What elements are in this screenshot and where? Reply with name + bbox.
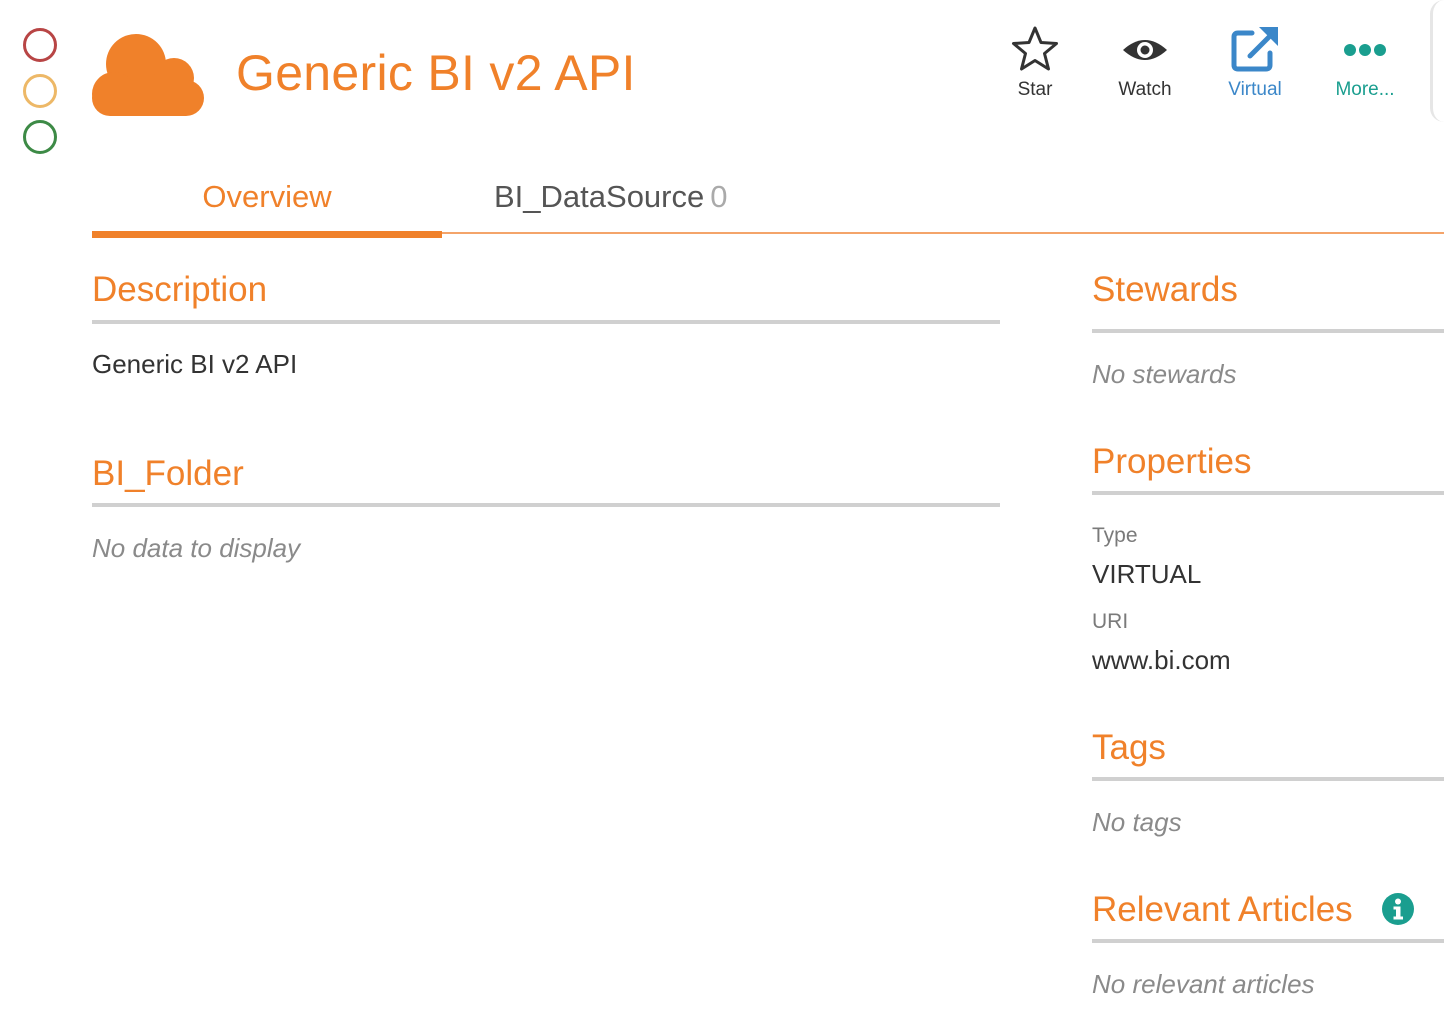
- tags-heading: Tags: [1092, 728, 1166, 767]
- description-text: Generic BI v2 API: [92, 349, 298, 379]
- watch-label: Watch: [1118, 79, 1172, 100]
- page-title: Generic BI v2 API: [236, 45, 636, 101]
- description-divider: [92, 320, 1000, 324]
- info-icon[interactable]: [1382, 893, 1414, 925]
- virtual-button[interactable]: Virtual: [1200, 24, 1310, 101]
- tab-active-indicator: [92, 231, 442, 238]
- properties-divider: [1092, 491, 1444, 495]
- properties-heading: Properties: [1092, 442, 1252, 481]
- ellipsis-icon: [1310, 24, 1420, 74]
- tags-divider: [1092, 777, 1444, 781]
- property-value: www.bi.com: [1092, 645, 1231, 675]
- side-panel-edge[interactable]: [1430, 0, 1444, 122]
- tab-bi-datasource[interactable]: BI_DataSource 0: [494, 178, 727, 216]
- cloud-icon: [90, 30, 206, 118]
- tags-empty: No tags: [1092, 807, 1182, 837]
- status-light-green: [23, 120, 57, 154]
- virtual-label: Virtual: [1228, 79, 1282, 100]
- relevant-articles-divider: [1092, 939, 1444, 943]
- status-light-amber: [23, 74, 57, 108]
- stewards-heading: Stewards: [1092, 270, 1238, 309]
- bi-folder-empty: No data to display: [92, 533, 301, 563]
- tab-bi-datasource-label: BI_DataSource: [494, 179, 705, 214]
- stewards-empty: No stewards: [1092, 359, 1237, 389]
- external-link-icon: [1200, 24, 1310, 74]
- star-label: Star: [1017, 79, 1053, 100]
- status-light-red: [23, 28, 57, 62]
- watch-button[interactable]: Watch: [1090, 24, 1200, 101]
- bi-folder-divider: [92, 503, 1000, 507]
- eye-icon: [1090, 24, 1200, 74]
- property-label: URI: [1092, 610, 1129, 633]
- relevant-articles-empty: No relevant articles: [1092, 969, 1315, 999]
- tab-bi-datasource-count: 0: [710, 179, 728, 214]
- property-value: VIRTUAL: [1092, 559, 1202, 589]
- property-label: Type: [1092, 524, 1138, 547]
- more-button[interactable]: More...: [1310, 24, 1420, 101]
- more-label: More...: [1335, 79, 1395, 100]
- star-icon: [980, 24, 1090, 74]
- stewards-divider: [1092, 329, 1444, 333]
- bi-folder-heading: BI_Folder: [92, 454, 244, 493]
- star-button[interactable]: Star: [980, 24, 1090, 101]
- description-heading: Description: [92, 270, 268, 309]
- tab-overview[interactable]: Overview: [92, 178, 442, 216]
- relevant-articles-heading: Relevant Articles: [1092, 890, 1353, 929]
